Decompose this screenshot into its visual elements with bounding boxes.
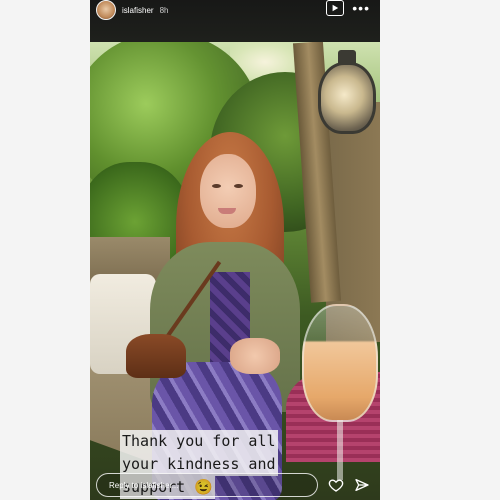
handbag <box>126 334 186 378</box>
story-header: islafisher 8h ••• <box>90 0 380 42</box>
heart-icon[interactable] <box>328 477 344 493</box>
caption-line: Thank you for all <box>120 430 278 453</box>
reply-input[interactable]: Reply to islafisher... <box>96 473 318 497</box>
username[interactable]: islafisher <box>122 6 154 15</box>
story-viewer: islafisher 8h ••• Thank you for all your… <box>90 0 380 500</box>
play-icon <box>332 4 339 12</box>
lantern <box>318 62 376 134</box>
send-icon[interactable] <box>354 477 370 493</box>
more-options-button[interactable]: ••• <box>352 0 370 16</box>
more-icon: ••• <box>352 0 370 16</box>
reply-placeholder: Reply to islafisher... <box>109 480 179 490</box>
reply-bar: Reply to islafisher... <box>90 470 380 500</box>
play-button[interactable] <box>326 0 345 16</box>
wine-glass <box>302 304 378 422</box>
timestamp: 8h <box>159 5 169 15</box>
avatar[interactable] <box>96 0 116 20</box>
